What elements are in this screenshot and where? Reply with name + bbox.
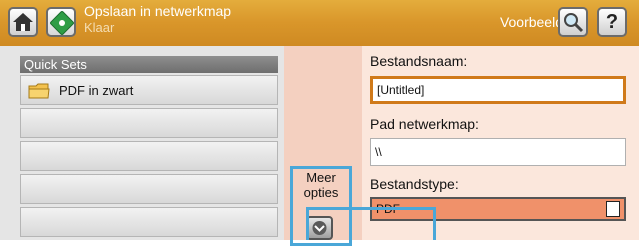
- filename-field[interactable]: [Untitled]: [370, 76, 626, 104]
- page-title: Opslaan in netwerkmap: [84, 3, 232, 19]
- help-icon: ?: [605, 11, 619, 33]
- network-path-field[interactable]: \\: [370, 138, 626, 166]
- quick-set-label: PDF in zwart: [59, 83, 134, 98]
- folder-icon: [28, 83, 50, 99]
- home-button[interactable]: [8, 7, 38, 37]
- preview-button[interactable]: [558, 7, 588, 37]
- home-icon: [13, 13, 33, 31]
- quick-set-item[interactable]: PDF in zwart: [20, 75, 278, 105]
- help-button[interactable]: ?: [597, 7, 627, 37]
- start-button[interactable]: [46, 7, 76, 37]
- network-path-label: Pad netwerkmap:: [370, 116, 479, 132]
- start-icon: [49, 10, 75, 36]
- quick-sets-header: Quick Sets: [20, 56, 278, 73]
- quick-set-item[interactable]: [20, 141, 278, 171]
- magnifier-icon: [564, 13, 584, 33]
- status-text: Klaar: [84, 20, 115, 35]
- more-options-label-line2: opties: [303, 185, 339, 200]
- document-icon: [606, 201, 620, 217]
- quick-set-item[interactable]: [20, 207, 278, 237]
- preview-label: Voorbeeld: [499, 14, 563, 30]
- quick-set-item[interactable]: [20, 108, 278, 138]
- more-options-label-line1: Meer: [306, 170, 336, 185]
- filename-label: Bestandsnaam:: [370, 53, 468, 69]
- focus-highlight: [306, 207, 436, 240]
- more-options-label: Meer opties: [292, 170, 350, 200]
- quick-set-item[interactable]: [20, 174, 278, 204]
- filetype-label: Bestandstype:: [370, 176, 459, 192]
